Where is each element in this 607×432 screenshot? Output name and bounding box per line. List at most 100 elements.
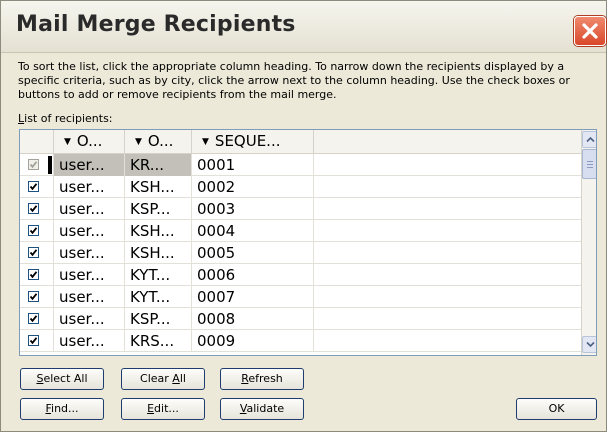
row-checkbox[interactable]: [28, 225, 39, 236]
cell-col2: KR...: [125, 154, 192, 176]
cell-col1: user...: [54, 330, 125, 352]
cell-col2: KSP...: [125, 308, 192, 330]
cell-col2: KRS...: [125, 330, 192, 352]
select-all-label: elect All: [43, 372, 88, 385]
checkmark-icon: [29, 271, 38, 279]
recipients-grid[interactable]: ▼ O... ▼ O... ▼ SEQUE... user... KR... 0001 us…: [19, 129, 597, 356]
column-header-3[interactable]: ▼ SEQUE...: [192, 130, 314, 154]
edit-button[interactable]: Edit...: [121, 398, 205, 420]
dropdown-arrow-icon[interactable]: ▼: [202, 131, 209, 154]
checkmark-icon: [29, 161, 38, 169]
grid-header: ▼ O... ▼ O... ▼ SEQUE...: [20, 130, 581, 154]
cell-col2: KYT...: [125, 286, 192, 308]
cell-col2: KSP...: [125, 198, 192, 220]
vertical-scrollbar[interactable]: [581, 130, 596, 355]
row-checkbox[interactable]: [28, 313, 39, 324]
cell-col3: 0001: [192, 154, 314, 176]
scroll-down-button[interactable]: [582, 336, 596, 353]
scroll-thumb[interactable]: [582, 149, 596, 179]
checkmark-icon: [29, 249, 38, 257]
table-row[interactable]: user... KYT... 0006: [20, 264, 581, 286]
cell-col1: user...: [54, 198, 125, 220]
cell-col2: KYT...: [125, 264, 192, 286]
cell-col3: 0005: [192, 242, 314, 264]
current-row-marker: [48, 156, 52, 174]
row-checkbox[interactable]: [28, 203, 39, 214]
cell-col3: 0006: [192, 264, 314, 286]
checkmark-icon: [29, 293, 38, 301]
cell-col3: 0002: [192, 176, 314, 198]
row-checkbox-cell: [20, 330, 54, 352]
find-label: ind...: [51, 402, 79, 415]
row-checkbox-cell: [20, 220, 54, 242]
select-all-button[interactable]: Select All: [20, 368, 104, 390]
table-row[interactable]: user... KR... 0001: [20, 154, 581, 176]
checkmark-icon: [29, 183, 38, 191]
table-row[interactable]: user... KSH... 0005: [20, 242, 581, 264]
row-checkbox-cell: [20, 198, 54, 220]
column-header-2[interactable]: ▼ O...: [125, 130, 192, 154]
row-checkbox-cell: [20, 264, 54, 286]
cell-col2: KSH...: [125, 220, 192, 242]
find-button[interactable]: Find...: [20, 398, 104, 420]
table-row[interactable]: user... KSP... 0003: [20, 198, 581, 220]
dropdown-arrow-icon[interactable]: ▼: [135, 131, 142, 154]
row-checkbox[interactable]: [28, 269, 39, 280]
list-label-text: ist of recipients:: [24, 112, 113, 125]
cell-col2: KSH...: [125, 176, 192, 198]
table-row[interactable]: user... KRS... 0009: [20, 330, 581, 352]
validate-button[interactable]: Validate: [220, 398, 304, 420]
cell-col3: 0009: [192, 330, 314, 352]
checkmark-icon: [29, 337, 38, 345]
row-checkbox[interactable]: [28, 159, 39, 170]
validate-accesskey: V: [239, 402, 247, 415]
row-checkbox-cell: [20, 242, 54, 264]
grip-line: [587, 161, 593, 162]
column-header-1-label: O...: [76, 132, 103, 150]
table-row[interactable]: user... KSH... 0002: [20, 176, 581, 198]
column-header-1[interactable]: ▼ O...: [54, 130, 125, 154]
title-bar[interactable]: Mail Merge Recipients: [1, 1, 606, 53]
edit-accesskey: E: [147, 402, 155, 415]
checkmark-icon: [29, 227, 38, 235]
checkmark-icon: [29, 315, 38, 323]
clear-all-button[interactable]: Clear All: [121, 368, 205, 390]
table-row[interactable]: user... KSP... 0008: [20, 308, 581, 330]
row-checkbox[interactable]: [28, 181, 39, 192]
instructions-text: To sort the list, click the appropriate …: [18, 60, 570, 101]
ok-button[interactable]: OK: [516, 398, 597, 420]
validate-label: alidate: [246, 402, 285, 415]
clear-all-label: ll: [179, 372, 186, 385]
checkmark-icon: [29, 205, 38, 213]
close-button[interactable]: [574, 16, 606, 46]
cell-col1: user...: [54, 264, 125, 286]
table-row[interactable]: user... KYT... 0007: [20, 286, 581, 308]
scroll-up-icon: [586, 136, 595, 143]
refresh-button[interactable]: Refresh: [220, 368, 304, 390]
scroll-up-button[interactable]: [582, 131, 596, 148]
clear-all-label-pre: Clear: [140, 372, 173, 385]
cell-col1: user...: [54, 308, 125, 330]
row-checkbox[interactable]: [28, 247, 39, 258]
cell-col3: 0007: [192, 286, 314, 308]
column-header-3-label: SEQUE...: [214, 132, 281, 150]
clear-all-accesskey: A: [172, 372, 180, 385]
cell-col1: user...: [54, 176, 125, 198]
scroll-down-icon: [586, 341, 595, 348]
cell-col1: user...: [54, 286, 125, 308]
mail-merge-recipients-dialog: Mail Merge Recipients To sort the list, …: [0, 0, 607, 432]
edit-label: dit...: [154, 402, 179, 415]
row-checkbox[interactable]: [28, 291, 39, 302]
cell-col3: 0008: [192, 308, 314, 330]
row-checkbox-cell: [20, 286, 54, 308]
row-checkbox-cell: [20, 308, 54, 330]
grip-line: [587, 167, 593, 168]
dropdown-arrow-icon[interactable]: ▼: [64, 131, 71, 154]
cell-col1: user...: [54, 154, 125, 176]
row-checkbox[interactable]: [28, 335, 39, 346]
refresh-label: efresh: [248, 372, 283, 385]
close-icon: [582, 23, 598, 39]
table-row[interactable]: user... KSH... 0004: [20, 220, 581, 242]
dialog-title: Mail Merge Recipients: [16, 12, 296, 37]
cell-col2: KSH...: [125, 242, 192, 264]
